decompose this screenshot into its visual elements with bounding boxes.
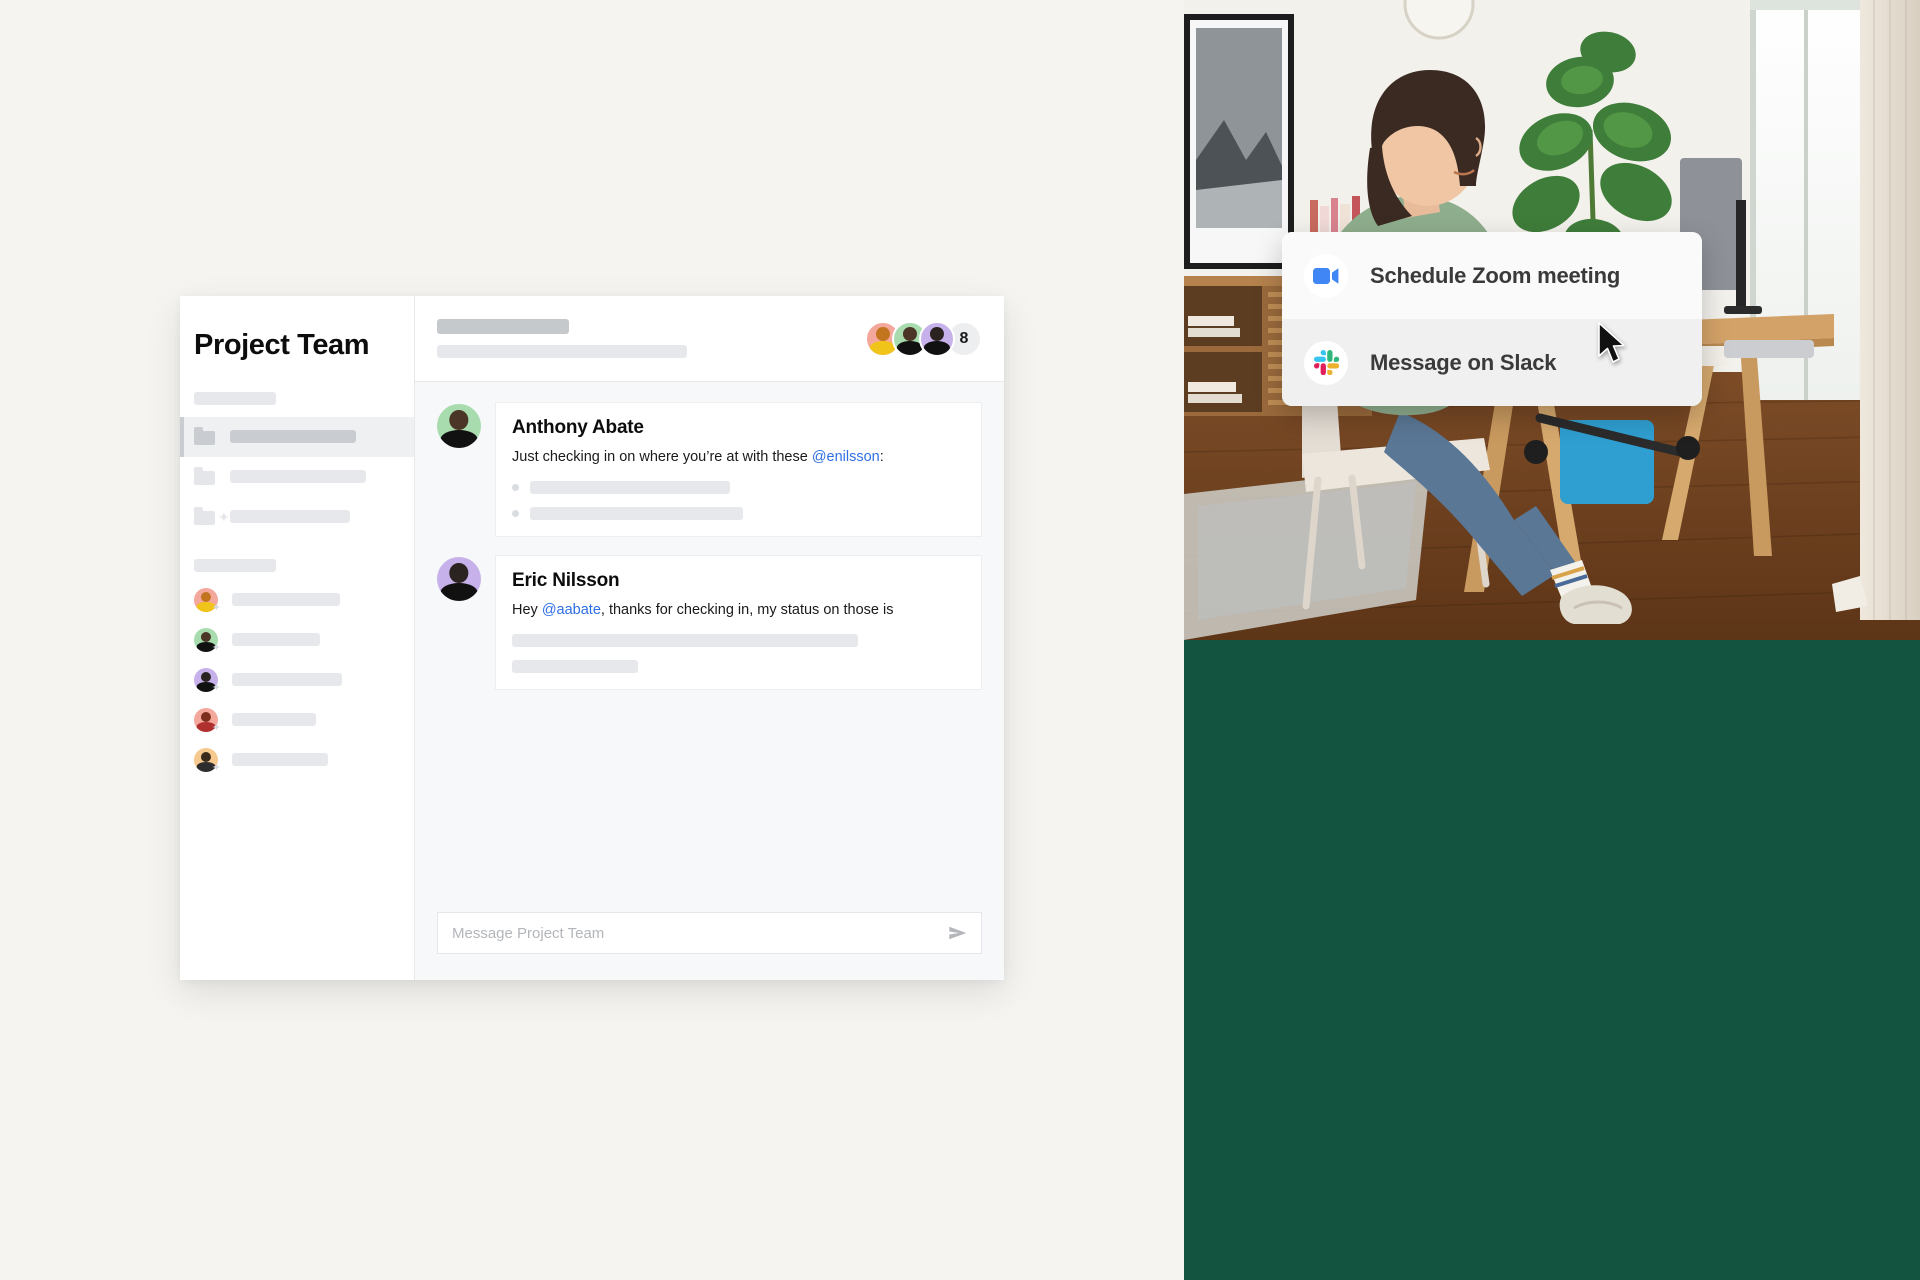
- sparkle-icon: ✦: [211, 601, 221, 614]
- message-text-after: , thanks for checking in, my status on t…: [600, 602, 894, 619]
- sidebar-item-label: [230, 430, 356, 444]
- message-placeholder-bar: [512, 660, 638, 674]
- message-item: Anthony Abate Just checking in on where …: [437, 402, 982, 538]
- sidebar-item-dm-1[interactable]: ✦: [180, 580, 414, 620]
- message-text: Just checking in on where you’re at with…: [512, 447, 965, 468]
- sidebar: Project Team ✦ ✦ ✦ ✦ ✦ ✦: [180, 296, 415, 980]
- menu-item-message-on-slack[interactable]: Message on Slack: [1282, 319, 1702, 406]
- sidebar-item-label: [232, 753, 328, 767]
- action-menu: Schedule Zoom meeting Message on Slack: [1282, 232, 1702, 406]
- folder-icon: [194, 427, 216, 446]
- send-arrow-icon[interactable]: [947, 922, 969, 944]
- composer: [415, 898, 1004, 980]
- composer-box[interactable]: [437, 912, 982, 954]
- avatar: ✦: [194, 667, 221, 694]
- sidebar-item-label: [232, 593, 340, 607]
- message-author: Anthony Abate: [512, 417, 644, 438]
- chat-app-window: Project Team ✦ ✦ ✦ ✦ ✦ ✦ 8 Anthony Abate…: [180, 296, 1004, 980]
- chat-header: 8: [415, 296, 1004, 382]
- sidebar-item-channel-3[interactable]: ✦: [180, 497, 414, 537]
- sparkle-icon: ✦: [211, 721, 221, 734]
- message-bubble: Eric Nilsson Hey @aabate, thanks for che…: [495, 555, 982, 691]
- sparkle-icon: ✦: [211, 641, 221, 654]
- avatar: [919, 320, 955, 357]
- message-text: Hey @aabate, thanks for checking in, my …: [512, 600, 965, 621]
- right-pane: Schedule Zoom meeting Message on Slack: [1184, 0, 1920, 1280]
- member-avatar-stack[interactable]: 8: [865, 320, 982, 357]
- sidebar-item-label: [232, 713, 316, 727]
- avatar: ✦: [194, 747, 221, 774]
- sparkle-icon: ✦: [211, 681, 221, 694]
- avatar: [437, 404, 481, 448]
- sidebar-item-label: [230, 470, 366, 484]
- bullet-dot-icon: [512, 484, 519, 492]
- slack-icon: [1304, 340, 1348, 385]
- avatar: ✦: [194, 627, 221, 654]
- avatar: ✦: [194, 707, 221, 734]
- message-author: Eric Nilsson: [512, 570, 620, 592]
- message-item: Eric Nilsson Hey @aabate, thanks for che…: [437, 555, 982, 691]
- sidebar-item-label: [232, 633, 320, 647]
- message-input[interactable]: [452, 924, 947, 942]
- folder-sparkle-icon: ✦: [194, 507, 230, 526]
- menu-item-label: Message on Slack: [1370, 349, 1557, 375]
- message-list: Anthony Abate Just checking in on where …: [415, 382, 1004, 898]
- message-bullet: [512, 481, 965, 495]
- green-panel: [1184, 640, 1920, 1280]
- workspace-title: Project Team: [194, 329, 370, 361]
- sparkle-icon: ✦: [211, 761, 221, 774]
- sidebar-item-label: [232, 673, 342, 687]
- bullet-placeholder-bar: [530, 481, 730, 495]
- sidebar-item-dm-3[interactable]: ✦: [180, 660, 414, 700]
- mention-link[interactable]: @aabate: [542, 602, 601, 618]
- folder-icon: [194, 467, 216, 486]
- left-background-pane: Project Team ✦ ✦ ✦ ✦ ✦ ✦ 8 Anthony Abate…: [0, 0, 1184, 1280]
- mouse-pointer-icon: [1597, 322, 1627, 364]
- bullet-placeholder-bar: [530, 507, 743, 521]
- chat-column: 8 Anthony Abate Just checking in on wher…: [415, 296, 1004, 980]
- sidebar-item-dm-5[interactable]: ✦: [180, 740, 414, 780]
- sidebar-item-dm-2[interactable]: ✦: [180, 620, 414, 660]
- message-placeholder-bar: [512, 634, 858, 648]
- message-text-before: Hey: [512, 602, 542, 619]
- channel-topic-placeholder: [437, 345, 687, 358]
- sidebar-section-label-direct-messages: [194, 558, 276, 572]
- channel-name-placeholder: [437, 319, 569, 334]
- menu-item-schedule-zoom-meeting[interactable]: Schedule Zoom meeting: [1282, 232, 1702, 319]
- sidebar-item-channel-1[interactable]: [180, 416, 414, 457]
- sidebar-item-channel-2[interactable]: [180, 457, 414, 497]
- avatar: [437, 557, 481, 602]
- sidebar-item-dm-4[interactable]: ✦: [180, 700, 414, 740]
- message-text-before: Just checking in on where you’re at with…: [512, 449, 812, 465]
- zoom-video-icon: [1304, 253, 1348, 298]
- bullet-dot-icon: [512, 510, 519, 518]
- message-bubble: Anthony Abate Just checking in on where …: [495, 402, 982, 538]
- sidebar-section-label-channels: [194, 391, 276, 405]
- avatar: ✦: [194, 587, 221, 614]
- message-text-after: :: [879, 449, 884, 465]
- mention-link[interactable]: @enilsson: [812, 449, 880, 465]
- message-bullet: [512, 507, 965, 521]
- menu-item-label: Schedule Zoom meeting: [1370, 262, 1621, 288]
- sidebar-item-label: [230, 510, 350, 524]
